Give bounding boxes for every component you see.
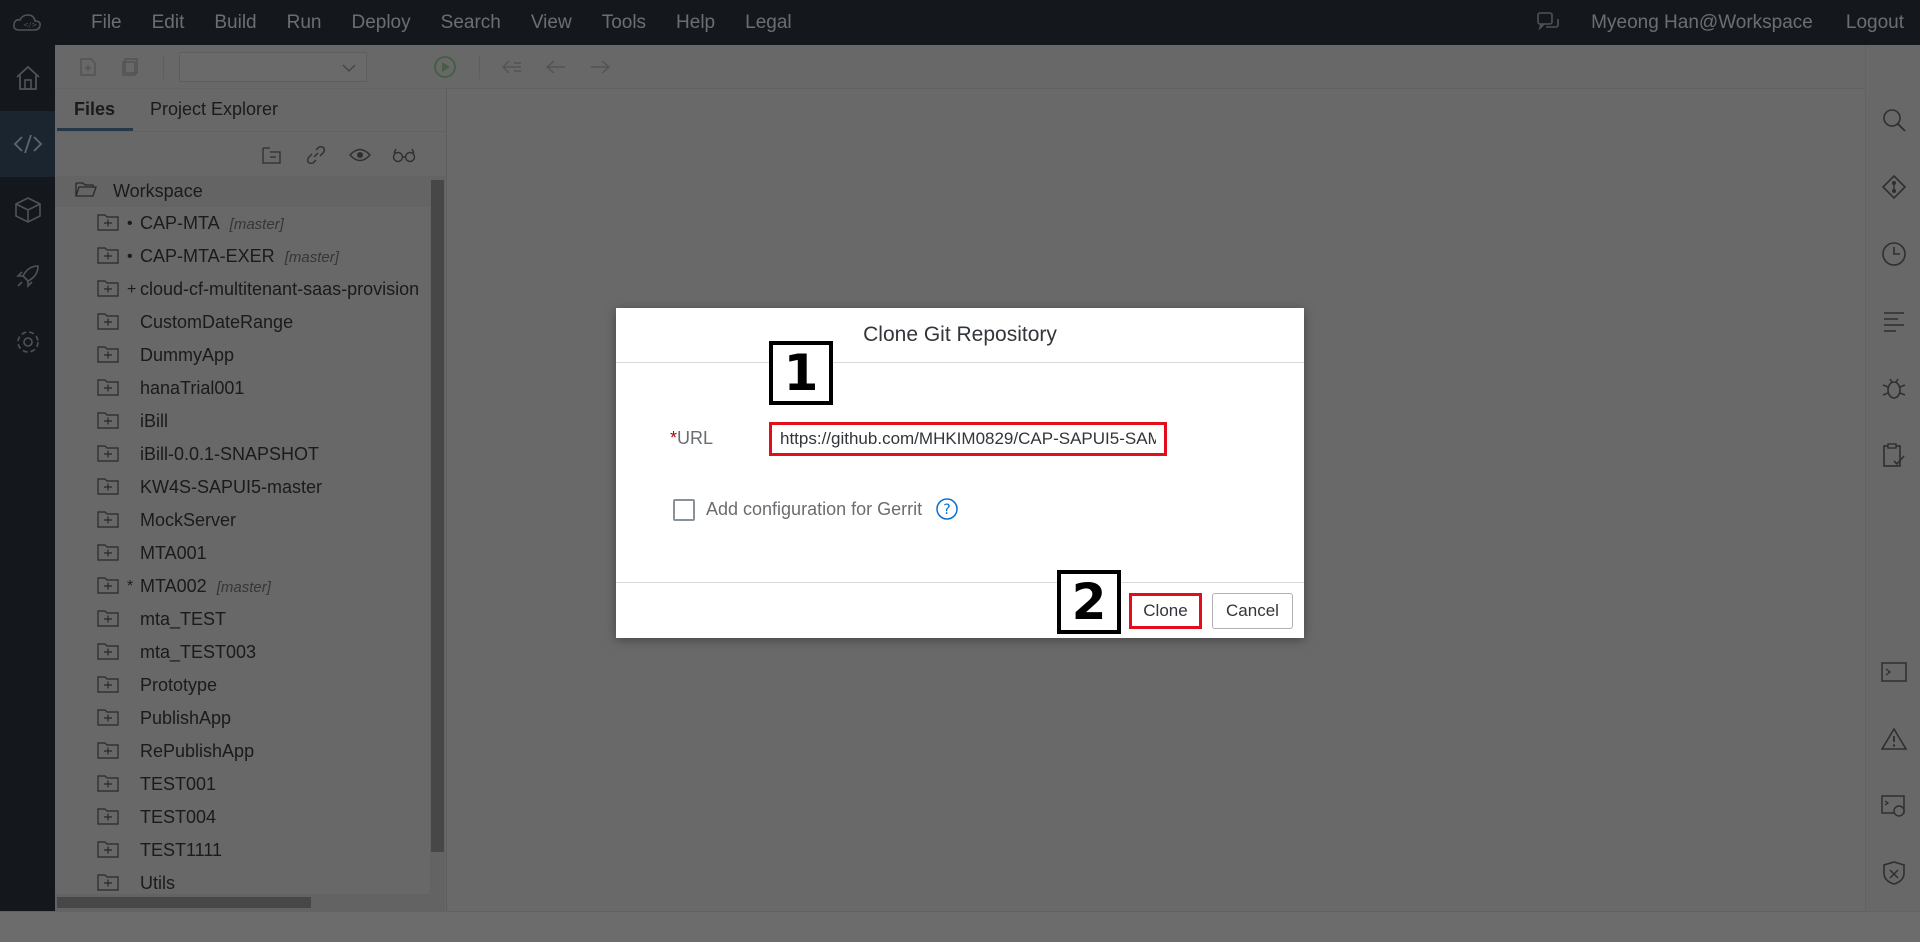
svg-text:?: ?: [943, 502, 950, 518]
url-label-text: URL: [677, 428, 714, 448]
url-label: *URL: [670, 428, 713, 449]
gerrit-checkbox[interactable]: [673, 499, 695, 521]
help-icon[interactable]: ?: [935, 497, 959, 526]
dialog-header: Clone Git Repository: [616, 308, 1304, 363]
url-input[interactable]: [769, 422, 1167, 456]
dialog-title: Clone Git Repository: [863, 323, 1057, 346]
clone-git-dialog: Clone Git Repository *URL Add configurat…: [616, 308, 1304, 638]
callout-step-2: 2: [1057, 570, 1121, 634]
callout-step-1: 1: [769, 341, 833, 405]
required-marker: *: [670, 428, 678, 448]
gerrit-label: Add configuration for Gerrit: [706, 499, 923, 519]
cancel-button[interactable]: Cancel: [1212, 593, 1293, 629]
clone-button[interactable]: Clone: [1129, 593, 1202, 629]
